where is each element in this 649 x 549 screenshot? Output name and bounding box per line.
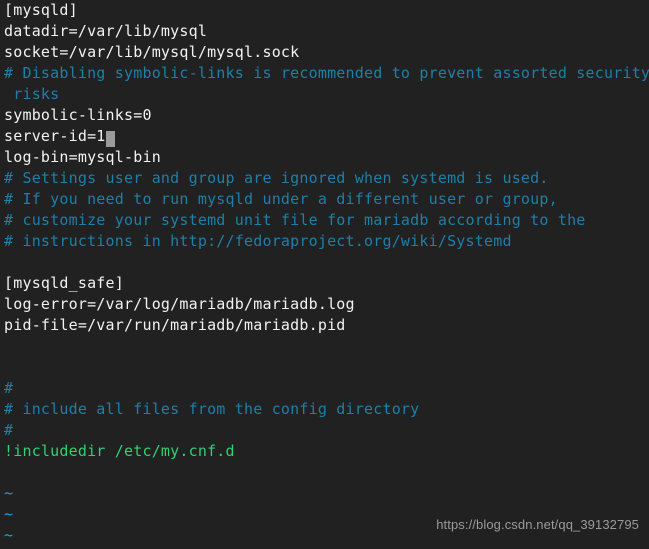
- editor-line[interactable]: risks: [4, 84, 649, 105]
- line-text: # Settings user and group are ignored wh…: [4, 169, 549, 187]
- editor-line[interactable]: # Settings user and group are ignored wh…: [4, 168, 649, 189]
- editor-line[interactable]: # If you need to run mysqld under a diff…: [4, 189, 649, 210]
- line-text: [mysqld]: [4, 1, 78, 19]
- tilde-filler-line[interactable]: ~: [4, 483, 649, 504]
- line-text: datadir=/var/lib/mysql: [4, 22, 208, 40]
- line-text: [mysqld_safe]: [4, 274, 124, 292]
- editor-line[interactable]: log-error=/var/log/mariadb/mariadb.log: [4, 294, 649, 315]
- line-text: server-id=1: [4, 127, 106, 145]
- editor-line[interactable]: # instructions in http://fedoraproject.o…: [4, 231, 649, 252]
- editor-line[interactable]: pid-file=/var/run/mariadb/mariadb.pid: [4, 315, 649, 336]
- line-text: # If you need to run mysqld under a diff…: [4, 190, 558, 208]
- line-text: #: [4, 421, 14, 439]
- editor-line[interactable]: symbolic-links=0: [4, 105, 649, 126]
- line-text: ~: [4, 526, 14, 544]
- line-text: log-bin=mysql-bin: [4, 148, 161, 166]
- editor-line[interactable]: [4, 252, 649, 273]
- line-text: pid-file=/var/run/mariadb/mariadb.pid: [4, 316, 346, 334]
- editor-line[interactable]: #: [4, 420, 649, 441]
- editor-line[interactable]: !includedir /etc/my.cnf.d: [4, 441, 649, 462]
- editor-line[interactable]: [4, 462, 649, 483]
- editor-line[interactable]: socket=/var/lib/mysql/mysql.sock: [4, 42, 649, 63]
- watermark-label: https://blog.csdn.net/qq_39132795: [436, 517, 639, 532]
- editor-buffer[interactable]: [mysqld] datadir=/var/lib/mysql socket=/va…: [0, 0, 649, 549]
- line-text: ~: [4, 484, 14, 502]
- editor-line[interactable]: server-id=1: [4, 126, 649, 147]
- text-cursor: [105, 131, 115, 147]
- line-text: # instructions in http://fedoraproject.o…: [4, 232, 512, 250]
- line-text: #: [4, 379, 14, 397]
- editor-line[interactable]: [4, 336, 649, 357]
- editor-line[interactable]: [mysqld_safe]: [4, 273, 649, 294]
- line-text: risks: [4, 85, 60, 103]
- line-text: log-error=/var/log/mariadb/mariadb.log: [4, 295, 355, 313]
- line-text: symbolic-links=0: [4, 106, 152, 124]
- editor-line[interactable]: # include all files from the config dire…: [4, 399, 649, 420]
- editor-line[interactable]: log-bin=mysql-bin: [4, 147, 649, 168]
- line-text: # include all files from the config dire…: [4, 400, 420, 418]
- editor-line[interactable]: #: [4, 378, 649, 399]
- editor-line[interactable]: # customize your systemd unit file for m…: [4, 210, 649, 231]
- editor-line[interactable]: datadir=/var/lib/mysql: [4, 21, 649, 42]
- terminal-window[interactable]: [mysqld] datadir=/var/lib/mysql socket=/va…: [0, 0, 649, 549]
- line-text: # Disabling symbolic-links is recommende…: [4, 64, 649, 82]
- line-text: !includedir /etc/my.cnf.d: [4, 442, 235, 460]
- editor-line[interactable]: [4, 357, 649, 378]
- line-text: # customize your systemd unit file for m…: [4, 211, 586, 229]
- editor-line[interactable]: # Disabling symbolic-links is recommende…: [4, 63, 649, 84]
- line-text: ~: [4, 505, 14, 523]
- editor-line[interactable]: [mysqld]: [4, 0, 649, 21]
- line-text: socket=/var/lib/mysql/mysql.sock: [4, 43, 300, 61]
